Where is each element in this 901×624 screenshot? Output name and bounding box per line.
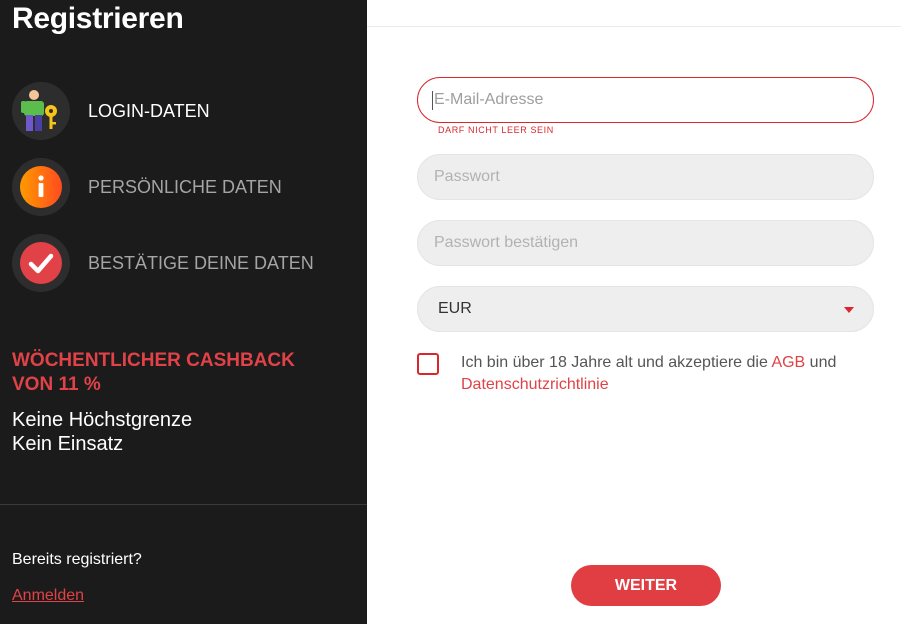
agb-link[interactable]: AGB bbox=[771, 354, 805, 371]
terms-checkbox[interactable] bbox=[417, 353, 439, 375]
currency-value: EUR bbox=[438, 300, 472, 317]
terms-text: Ich bin über 18 Jahre alt und akzeptiere… bbox=[461, 352, 861, 396]
text-caret bbox=[432, 91, 433, 110]
privacy-policy-link[interactable]: Datenschutzrichtlinie bbox=[461, 376, 609, 393]
info-icon bbox=[12, 158, 70, 216]
person-key-icon bbox=[12, 82, 70, 140]
promo-perks: Keine Höchstgrenze Kein Einsatz bbox=[12, 408, 192, 456]
header-divider bbox=[367, 26, 901, 27]
password-field[interactable] bbox=[417, 154, 874, 200]
left-panel: Registrieren LOGIN-DATEN PERSÖNLICHE DAT… bbox=[0, 0, 367, 624]
step-confirm-data: BESTÄTIGE DEINE DATEN bbox=[12, 234, 314, 292]
currency-select[interactable]: EUR bbox=[417, 286, 874, 332]
continue-button[interactable]: WEITER bbox=[571, 565, 721, 606]
password-confirm-field[interactable] bbox=[417, 220, 874, 266]
terms-text-mid: und bbox=[805, 354, 837, 371]
cashback-headline: WÖCHENTLICHER CASHBACK VON 11 % bbox=[12, 350, 295, 395]
email-field[interactable] bbox=[417, 77, 874, 123]
login-link[interactable]: Anmelden bbox=[12, 587, 84, 605]
step-label: PERSÖNLICHE DATEN bbox=[88, 176, 282, 197]
email-error-message: DARF NICHT LEER SEIN bbox=[438, 125, 554, 135]
check-icon bbox=[12, 234, 70, 292]
step-label: BESTÄTIGE DEINE DATEN bbox=[88, 252, 314, 273]
step-personal-data: PERSÖNLICHE DATEN bbox=[12, 158, 282, 216]
step-login-data: LOGIN-DATEN bbox=[12, 82, 210, 140]
page-title: Registrieren bbox=[12, 2, 184, 35]
terms-text-before: Ich bin über 18 Jahre alt und akzeptiere… bbox=[461, 354, 772, 371]
chevron-down-icon bbox=[844, 307, 854, 313]
perk-no-wager: Kein Einsatz bbox=[12, 433, 124, 455]
already-registered-text: Bereits registriert? bbox=[12, 551, 142, 568]
divider bbox=[0, 504, 367, 505]
step-label: LOGIN-DATEN bbox=[88, 100, 210, 121]
perk-no-limit: Keine Höchstgrenze bbox=[12, 409, 193, 431]
